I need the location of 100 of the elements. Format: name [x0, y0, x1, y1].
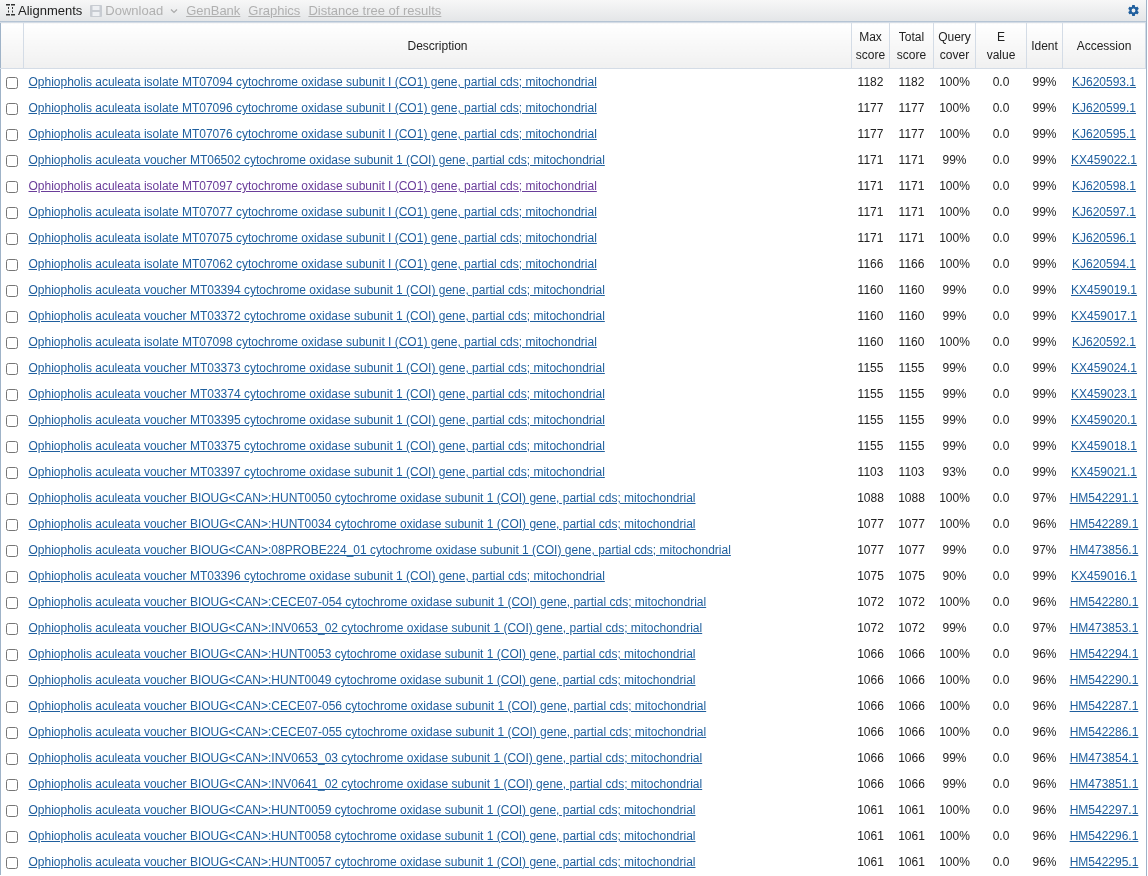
row-checkbox[interactable] [6, 440, 19, 453]
row-checkbox[interactable] [6, 700, 19, 713]
description-link[interactable]: Ophiopholis aculeata voucher BIOUG<CAN>:HUNT0057 cytochrome oxidase subunit 1 (COI) gene, partial cds; mitochondrial [28, 855, 696, 869]
description-link[interactable]: Ophiopholis aculeata voucher MT03374 cytochrome oxidase subunit 1 (COI) gene, partial cds; mitochondrial [28, 387, 605, 401]
accession-link[interactable]: KX459021.1 [1070, 465, 1138, 479]
description-link[interactable]: Ophiopholis aculeata voucher MT03394 cytochrome oxidase subunit 1 (COI) gene, partial cds; mitochondrial [28, 283, 605, 297]
row-checkbox[interactable] [6, 518, 19, 531]
alignments-button[interactable]: Alignments [6, 3, 83, 18]
accession-link[interactable]: KX459017.1 [1070, 309, 1138, 323]
description-link[interactable]: Ophiopholis aculeata voucher BIOUG<CAN>:INV0653_03 cytochrome oxidase subunit 1 (COI) gene, partial cds; mitochondrial [28, 751, 703, 765]
row-checkbox[interactable] [6, 544, 19, 557]
row-checkbox[interactable] [6, 414, 19, 427]
ident-header[interactable]: Ident [1026, 22, 1063, 69]
row-checkbox[interactable] [6, 830, 19, 843]
accession-link[interactable]: HM542286.1 [1069, 725, 1139, 739]
description-link[interactable]: Ophiopholis aculeata voucher MT03395 cytochrome oxidase subunit 1 (COI) gene, partial cds; mitochondrial [28, 413, 605, 427]
row-checkbox[interactable] [6, 154, 19, 167]
e-value-header[interactable]: E value [975, 22, 1027, 69]
row-checkbox[interactable] [6, 76, 19, 89]
accession-link[interactable]: HM473854.1 [1069, 751, 1139, 765]
row-checkbox[interactable] [6, 310, 19, 323]
accession-link[interactable]: HM542289.1 [1069, 517, 1139, 531]
description-link[interactable]: Ophiopholis aculeata voucher BIOUG<CAN>:HUNT0034 cytochrome oxidase subunit 1 (COI) gene, partial cds; mitochondrial [28, 517, 696, 531]
row-checkbox[interactable] [6, 622, 19, 635]
accession-link[interactable]: KJ620598.1 [1071, 179, 1137, 193]
row-checkbox[interactable] [6, 856, 19, 869]
query-cover-header[interactable]: Query cover [933, 22, 976, 69]
accession-link[interactable]: HM542295.1 [1069, 855, 1139, 869]
description-link[interactable]: Ophiopholis aculeata isolate MT07077 cytochrome oxidase subunit I (CO1) gene, partial cds; mitochondrial [28, 205, 597, 219]
accession-link[interactable]: KX459023.1 [1070, 387, 1138, 401]
description-link[interactable]: Ophiopholis aculeata voucher BIOUG<CAN>:CECE07-055 cytochrome oxidase subunit 1 (COI) gene, partial cds; mitochondrial [28, 725, 707, 739]
description-link[interactable]: Ophiopholis aculeata isolate MT07098 cytochrome oxidase subunit I (CO1) gene, partial cds; mitochondrial [28, 335, 597, 349]
description-link[interactable]: Ophiopholis aculeata voucher BIOUG<CAN>:HUNT0059 cytochrome oxidase subunit 1 (COI) gene, partial cds; mitochondrial [28, 803, 696, 817]
accession-link[interactable]: KJ620592.1 [1071, 335, 1137, 349]
accession-link[interactable]: KJ620595.1 [1071, 127, 1137, 141]
description-link[interactable]: Ophiopholis aculeata voucher MT03373 cytochrome oxidase subunit 1 (COI) gene, partial cds; mitochondrial [28, 361, 605, 375]
row-checkbox[interactable] [6, 596, 19, 609]
accession-link[interactable]: KJ620599.1 [1071, 101, 1137, 115]
description-link[interactable]: Ophiopholis aculeata voucher BIOUG<CAN>:08PROBE224_01 cytochrome oxidase subunit 1 (COI) gene, partial cds; mitochondrial [28, 543, 731, 557]
description-link[interactable]: Ophiopholis aculeata voucher BIOUG<CAN>:INV0641_02 cytochrome oxidase subunit 1 (COI) gene, partial cds; mitochondrial [28, 777, 703, 791]
description-link[interactable]: Ophiopholis aculeata isolate MT07075 cytochrome oxidase subunit I (CO1) gene, partial cds; mitochondrial [28, 231, 597, 245]
description-link[interactable]: Ophiopholis aculeata voucher BIOUG<CAN>:INV0653_02 cytochrome oxidase subunit 1 (COI) gene, partial cds; mitochondrial [28, 621, 703, 635]
description-link[interactable]: Ophiopholis aculeata voucher MT03375 cytochrome oxidase subunit 1 (COI) gene, partial cds; mitochondrial [28, 439, 605, 453]
accession-link[interactable]: KJ620597.1 [1071, 205, 1137, 219]
description-link[interactable]: Ophiopholis aculeata isolate MT07076 cytochrome oxidase subunit I (CO1) gene, partial cds; mitochondrial [28, 127, 597, 141]
accession-link[interactable]: HM542291.1 [1069, 491, 1139, 505]
total-score-header[interactable]: Total score [889, 22, 934, 69]
accession-link[interactable]: KJ620594.1 [1071, 257, 1137, 271]
accession-header[interactable]: Accession [1062, 22, 1146, 69]
description-link[interactable]: Ophiopholis aculeata isolate MT07096 cytochrome oxidase subunit I (CO1) gene, partial cds; mitochondrial [28, 101, 597, 115]
row-checkbox[interactable] [6, 804, 19, 817]
row-checkbox[interactable] [6, 258, 19, 271]
accession-link[interactable]: KX459018.1 [1070, 439, 1138, 453]
description-link[interactable]: Ophiopholis aculeata voucher BIOUG<CAN>:HUNT0050 cytochrome oxidase subunit 1 (COI) gene, partial cds; mitochondrial [28, 491, 696, 505]
description-link[interactable]: Ophiopholis aculeata voucher MT03397 cytochrome oxidase subunit 1 (COI) gene, partial cds; mitochondrial [28, 465, 605, 479]
description-link[interactable]: Ophiopholis aculeata voucher MT03396 cytochrome oxidase subunit 1 (COI) gene, partial cds; mitochondrial [28, 569, 605, 583]
accession-link[interactable]: HM542287.1 [1069, 699, 1139, 713]
description-link[interactable]: Ophiopholis aculeata voucher BIOUG<CAN>:HUNT0049 cytochrome oxidase subunit 1 (COI) gene, partial cds; mitochondrial [28, 673, 696, 687]
accession-link[interactable]: HM542290.1 [1069, 673, 1139, 687]
accession-link[interactable]: KX459022.1 [1070, 153, 1138, 167]
row-checkbox[interactable] [6, 362, 19, 375]
row-checkbox[interactable] [6, 674, 19, 687]
description-header[interactable]: Description [23, 22, 852, 69]
description-link[interactable]: Ophiopholis aculeata voucher BIOUG<CAN>:CECE07-054 cytochrome oxidase subunit 1 (COI) gene, partial cds; mitochondrial [28, 595, 707, 609]
row-checkbox[interactable] [6, 102, 19, 115]
row-checkbox[interactable] [6, 232, 19, 245]
description-link[interactable]: Ophiopholis aculeata isolate MT07097 cytochrome oxidase subunit I (CO1) gene, partial cds; mitochondrial [28, 179, 597, 193]
description-link[interactable]: Ophiopholis aculeata voucher BIOUG<CAN>:HUNT0053 cytochrome oxidase subunit 1 (COI) gene, partial cds; mitochondrial [28, 647, 696, 661]
accession-link[interactable]: HM473856.1 [1069, 543, 1139, 557]
description-link[interactable]: Ophiopholis aculeata voucher BIOUG<CAN>:HUNT0058 cytochrome oxidase subunit 1 (COI) gene, partial cds; mitochondrial [28, 829, 696, 843]
row-checkbox[interactable] [6, 726, 19, 739]
accession-link[interactable]: KJ620593.1 [1071, 75, 1137, 89]
row-checkbox[interactable] [6, 778, 19, 791]
accession-link[interactable]: HM473853.1 [1069, 621, 1139, 635]
row-checkbox[interactable] [6, 128, 19, 141]
accession-link[interactable]: HM542294.1 [1069, 647, 1139, 661]
accession-link[interactable]: HM542280.1 [1069, 595, 1139, 609]
row-checkbox[interactable] [6, 336, 19, 349]
accession-link[interactable]: KJ620596.1 [1071, 231, 1137, 245]
accession-link[interactable]: KX459024.1 [1070, 361, 1138, 375]
max-score-header[interactable]: Max score [851, 22, 890, 69]
accession-link[interactable]: KX459019.1 [1070, 283, 1138, 297]
description-link[interactable]: Ophiopholis aculeata voucher MT06502 cytochrome oxidase subunit 1 (COI) gene, partial cds; mitochondrial [28, 153, 605, 167]
description-link[interactable]: Ophiopholis aculeata isolate MT07094 cytochrome oxidase subunit I (CO1) gene, partial cds; mitochondrial [28, 75, 597, 89]
row-checkbox[interactable] [6, 206, 19, 219]
description-link[interactable]: Ophiopholis aculeata voucher MT03372 cytochrome oxidase subunit 1 (COI) gene, partial cds; mitochondrial [28, 309, 605, 323]
description-link[interactable]: Ophiopholis aculeata isolate MT07062 cytochrome oxidase subunit I (CO1) gene, partial cds; mitochondrial [28, 257, 597, 271]
row-checkbox[interactable] [6, 648, 19, 661]
description-link[interactable]: Ophiopholis aculeata voucher BIOUG<CAN>:CECE07-056 cytochrome oxidase subunit 1 (COI) gene, partial cds; mitochondrial [28, 699, 707, 713]
row-checkbox[interactable] [6, 180, 19, 193]
settings-icon[interactable] [1127, 4, 1140, 17]
row-checkbox[interactable] [6, 388, 19, 401]
accession-link[interactable]: HM542297.1 [1069, 803, 1139, 817]
row-checkbox[interactable] [6, 570, 19, 583]
row-checkbox[interactable] [6, 752, 19, 765]
row-checkbox[interactable] [6, 284, 19, 297]
row-checkbox[interactable] [6, 466, 19, 479]
row-checkbox[interactable] [6, 492, 19, 505]
accession-link[interactable]: KX459016.1 [1070, 569, 1138, 583]
accession-link[interactable]: KX459020.1 [1070, 413, 1138, 427]
